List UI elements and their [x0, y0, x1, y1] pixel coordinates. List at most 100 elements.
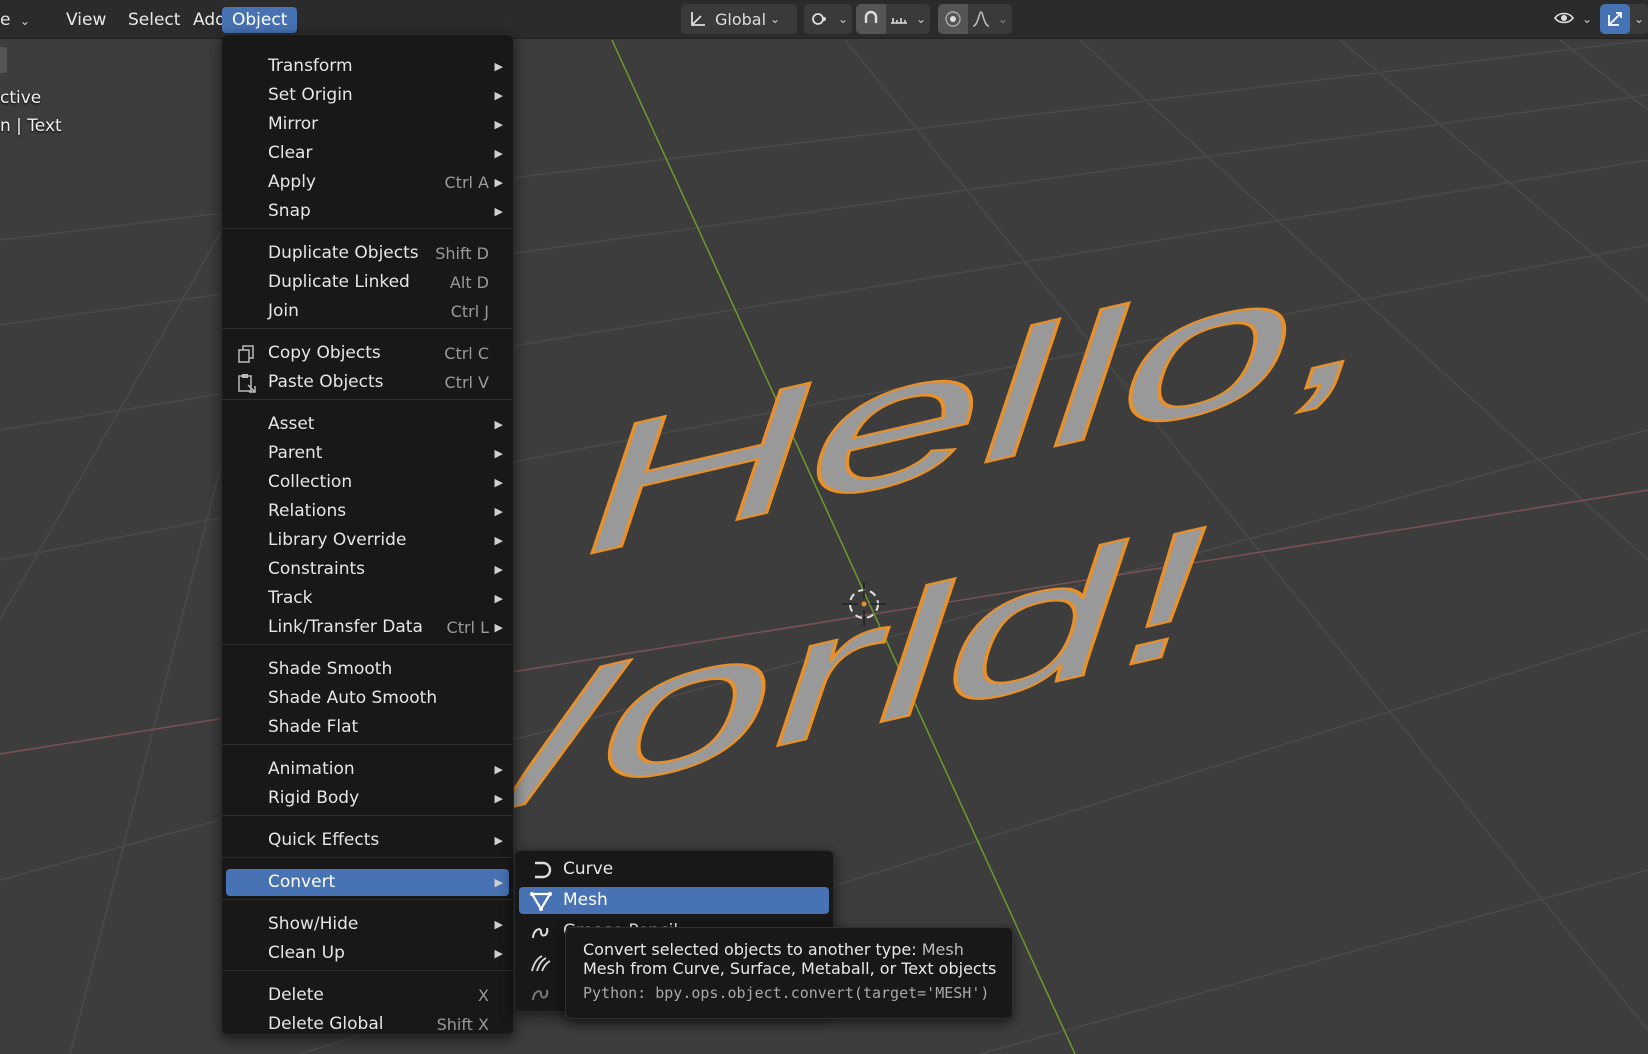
menu-item-transform[interactable]: Transform ▶ [226, 53, 509, 80]
menu-item-rigid-body[interactable]: Rigid Body ▶ [226, 785, 509, 812]
transform-orientation-dropdown[interactable]: Global ⌄ [681, 4, 797, 34]
mode-selector[interactable]: e ⌄ [0, 7, 40, 33]
menu-separator [222, 644, 513, 645]
menu-item-label: Copy Objects [268, 343, 381, 363]
snap-increment-icon[interactable] [886, 4, 912, 34]
chevron-down-icon: ⌄ [19, 14, 30, 28]
menu-item-clean-up[interactable]: Clean Up ▶ [226, 940, 509, 967]
menu-item-shortcut: Ctrl V [444, 373, 490, 392]
chevron-down-icon[interactable]: ⌄ [998, 12, 1008, 26]
menu-separator [222, 399, 513, 400]
mesh-icon [529, 891, 552, 912]
menu-item-track[interactable]: Track ▶ [226, 585, 509, 612]
menu-item-paste-objects[interactable]: Paste Objects Ctrl V [226, 369, 509, 396]
menu-separator [222, 744, 513, 745]
chevron-down-icon: ⌄ [770, 12, 781, 26]
menu-item-convert[interactable]: Convert ▶ [226, 869, 509, 896]
submenu-arrow-icon: ▶ [494, 592, 503, 605]
submenu-arrow-icon: ▶ [494, 876, 503, 889]
snapping-group: ⌄ [856, 4, 930, 34]
proportional-editing-group: ⌄ [938, 4, 1012, 34]
curves-icon [529, 953, 551, 973]
falloff-curve-icon[interactable] [968, 4, 994, 34]
menu-item-shade-auto-smooth[interactable]: Shade Auto Smooth [226, 685, 509, 712]
menu-item-collection[interactable]: Collection ▶ [226, 469, 509, 496]
convert-item-mesh[interactable]: Mesh [519, 887, 829, 914]
convert-item-label: Curve [563, 859, 614, 879]
submenu-arrow-icon: ▶ [494, 205, 503, 218]
menu-view[interactable]: View [56, 7, 116, 33]
tooltip-python: Python: bpy.ops.object.convert(target='M… [583, 984, 990, 1002]
menu-item-join[interactable]: Join Ctrl J [226, 298, 509, 325]
copy-icon [236, 344, 258, 364]
snap-toggle-magnet-icon[interactable] [856, 4, 886, 34]
menu-item-label: Set Origin [268, 85, 353, 105]
menu-item-constraints[interactable]: Constraints ▶ [226, 556, 509, 583]
menu-item-label: Rigid Body [268, 788, 360, 808]
submenu-arrow-icon: ▶ [494, 834, 503, 847]
proportional-editing-icon[interactable] [938, 4, 968, 34]
menu-item-duplicate-linked[interactable]: Duplicate Linked Alt D [226, 269, 509, 296]
chevron-down-icon: ⌄ [1634, 12, 1645, 26]
menu-item-link-transfer-data[interactable]: Link/Transfer Data Ctrl L ▶ [226, 614, 509, 641]
visibility-dropdown[interactable]: ⌄ [1550, 4, 1596, 34]
menu-item-shortcut: Ctrl A [444, 173, 490, 192]
gizmo-dropdown[interactable]: ⌄ [1600, 4, 1648, 34]
tooltip: Convert selected objects to another type… [565, 927, 1013, 1019]
point-cloud-icon [529, 984, 551, 1004]
menu-item-delete[interactable]: Delete X [226, 982, 509, 1009]
menu-item-label: Constraints [268, 559, 365, 579]
menu-separator [222, 228, 513, 229]
convert-item-curve[interactable]: Curve [519, 856, 829, 883]
menu-item-snap[interactable]: Snap ▶ [226, 198, 509, 225]
submenu-arrow-icon: ▶ [494, 476, 503, 489]
viewport-overlay-mode: ctive [0, 88, 42, 108]
menu-object[interactable]: Object [222, 7, 298, 33]
menu-item-label: Clear [268, 143, 313, 163]
convert-item-label: Mesh [563, 890, 608, 910]
menu-item-apply[interactable]: Apply Ctrl A ▶ [226, 169, 509, 196]
menu-item-label: Apply [268, 172, 316, 192]
menu-item-mirror[interactable]: Mirror ▶ [226, 111, 509, 138]
menu-separator [222, 970, 513, 971]
menu-item-label: Delete [268, 985, 324, 1005]
chevron-down-icon: ⌄ [1582, 12, 1593, 26]
submenu-arrow-icon: ▶ [494, 418, 503, 431]
menu-item-label: Delete Global [268, 1014, 384, 1034]
menu-item-label: Convert [268, 872, 336, 892]
submenu-arrow-icon: ▶ [494, 763, 503, 776]
menu-item-quick-effects[interactable]: Quick Effects ▶ [226, 827, 509, 854]
menu-item-shortcut: Ctrl C [444, 344, 489, 363]
viewport-overlay-object: n | Text [0, 116, 62, 136]
menu-item-asset[interactable]: Asset ▶ [226, 411, 509, 438]
menu-item-clear[interactable]: Clear ▶ [226, 140, 509, 167]
toolbar-handle[interactable] [0, 47, 7, 73]
menu-item-label: Shade Flat [268, 717, 359, 737]
menu-item-copy-objects[interactable]: Copy Objects Ctrl C [226, 340, 509, 367]
menu-item-set-origin[interactable]: Set Origin ▶ [226, 82, 509, 109]
grease-pencil-icon [529, 922, 551, 942]
menu-item-label: Join [268, 301, 299, 321]
menu-item-shade-flat[interactable]: Shade Flat [226, 714, 509, 741]
menu-item-shade-smooth[interactable]: Shade Smooth [226, 656, 509, 683]
menu-item-label: Link/Transfer Data [268, 617, 423, 637]
menu-item-delete-global[interactable]: Delete Global Shift X [226, 1011, 509, 1038]
menu-item-label: Animation [268, 759, 355, 779]
menu-item-show-hide[interactable]: Show/Hide ▶ [226, 911, 509, 938]
menu-item-animation[interactable]: Animation ▶ [226, 756, 509, 783]
menu-item-parent[interactable]: Parent ▶ [226, 440, 509, 467]
menu-item-label: Shade Smooth [268, 659, 393, 679]
chevron-down-icon[interactable]: ⌄ [916, 12, 926, 26]
menu-item-relations[interactable]: Relations ▶ [226, 498, 509, 525]
transform-orientation-label: Global [715, 9, 767, 29]
menu-item-library-override[interactable]: Library Override ▶ [226, 527, 509, 554]
gizmo-icon [1600, 4, 1630, 34]
curve-icon [529, 860, 552, 880]
submenu-arrow-icon: ▶ [494, 60, 503, 73]
menu-item-label: Transform [268, 56, 353, 76]
menu-select[interactable]: Select [118, 7, 190, 33]
pivot-point-dropdown[interactable]: ⌄ [804, 4, 852, 34]
menu-item-label: Library Override [268, 530, 407, 550]
menu-item-label: Show/Hide [268, 914, 359, 934]
menu-item-duplicate-objects[interactable]: Duplicate Objects Shift D [226, 240, 509, 267]
